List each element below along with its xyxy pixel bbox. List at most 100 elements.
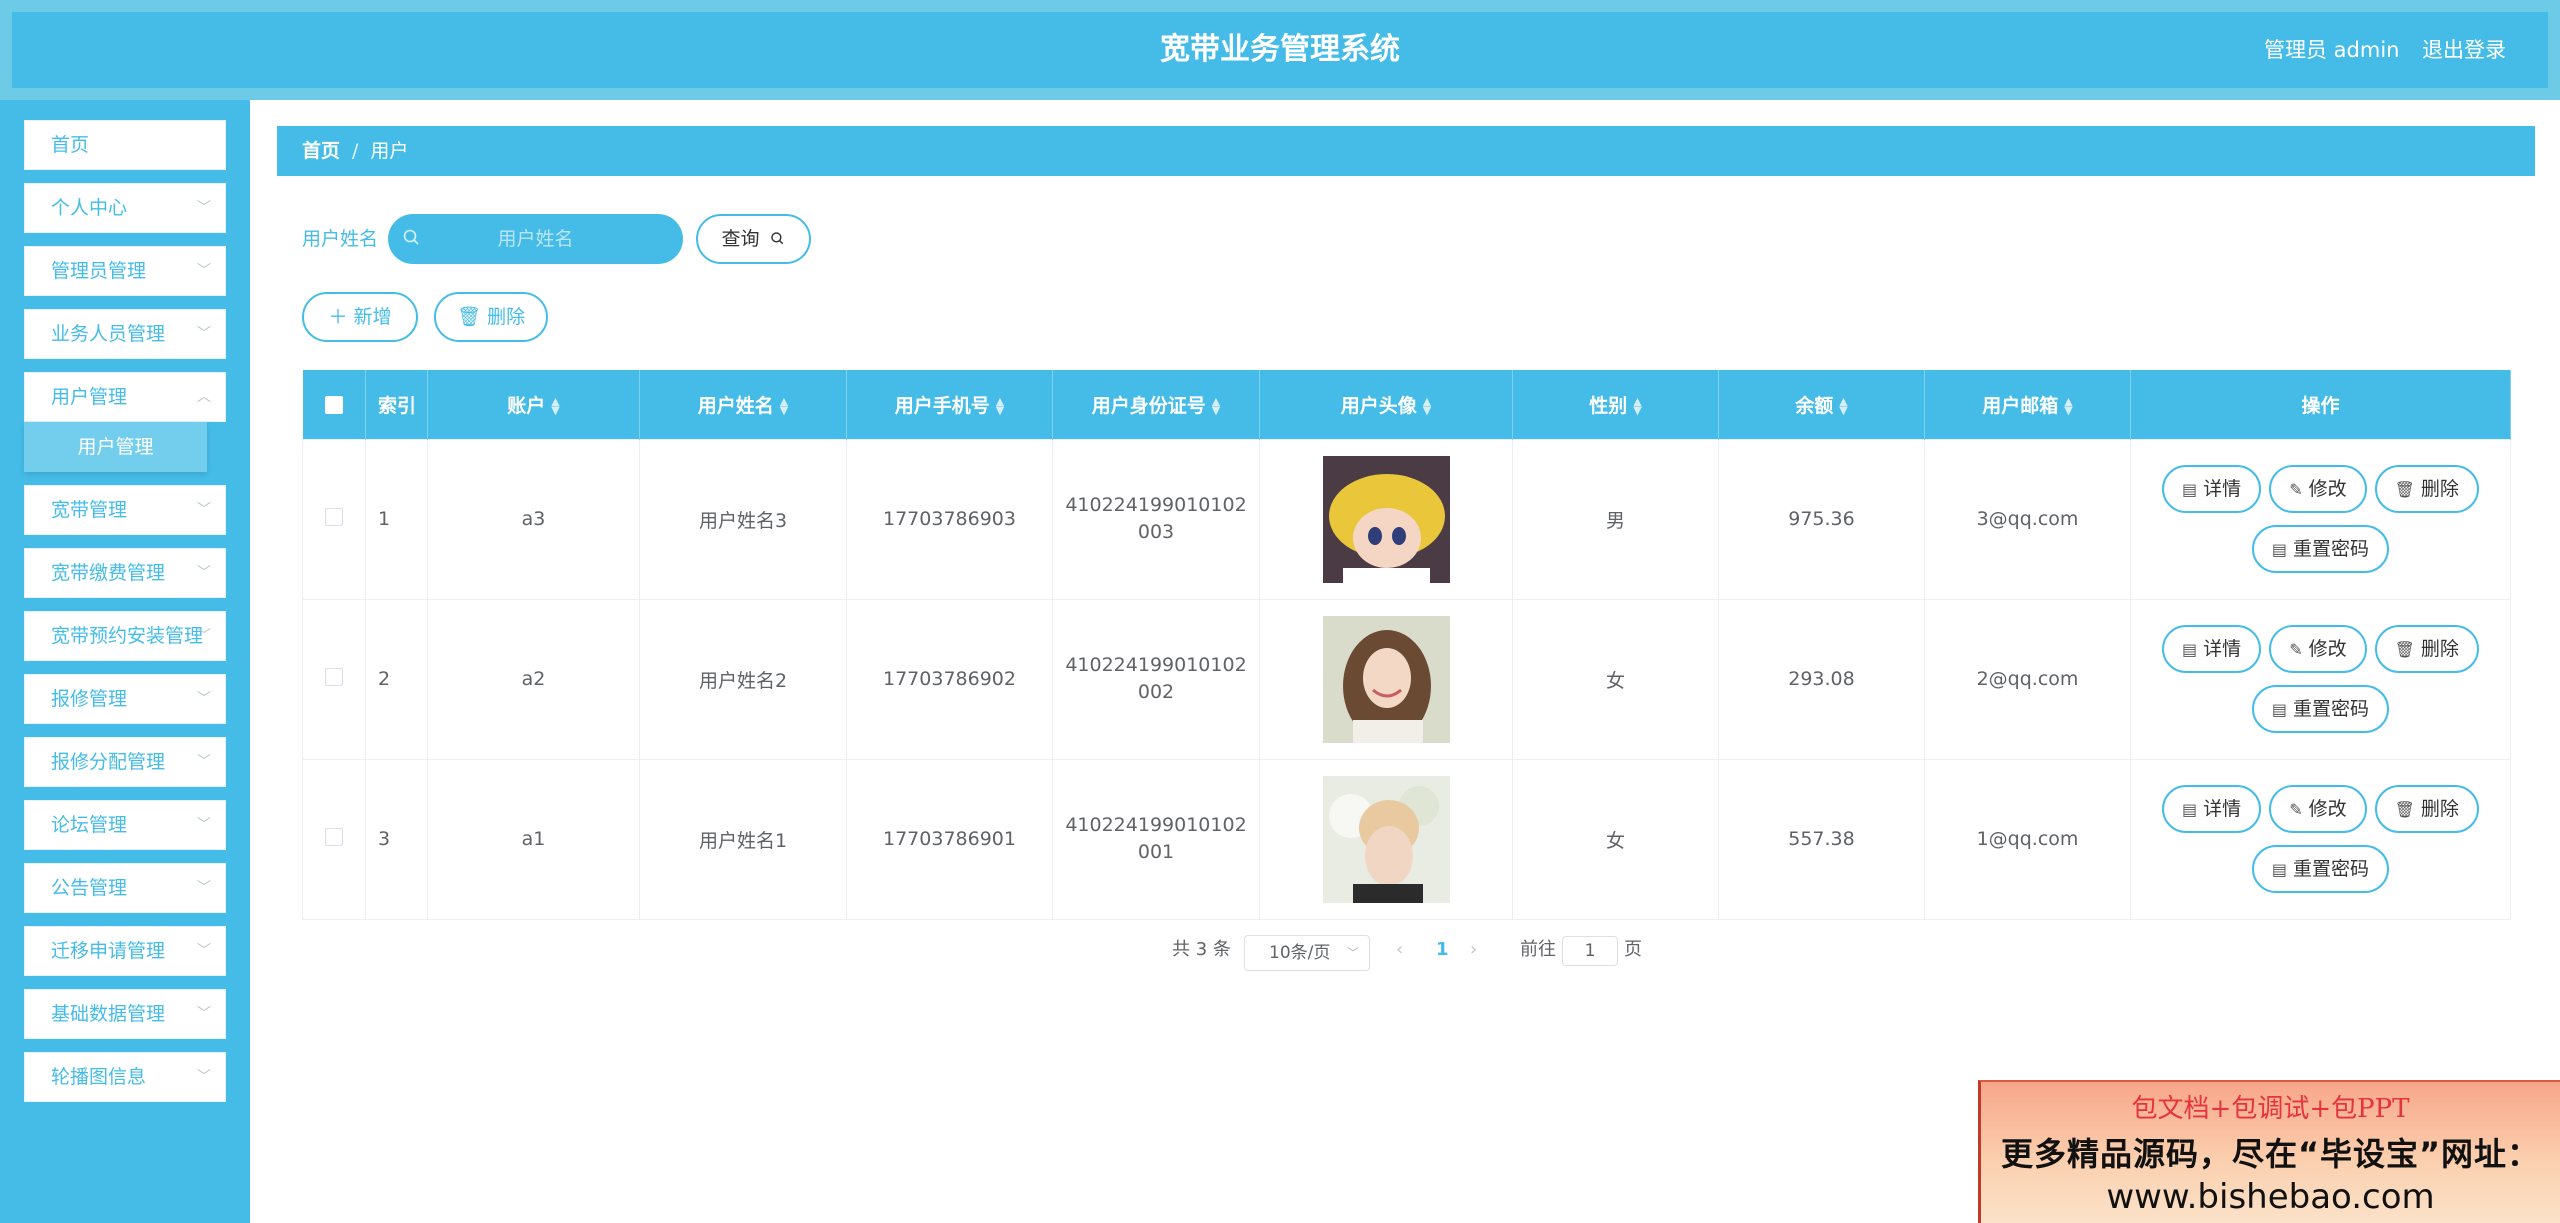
sidebar-item-label: 个人中心 xyxy=(51,197,128,219)
logout-link[interactable]: 退出登录 xyxy=(2422,0,2506,100)
edit-button[interactable]: ✎ 修改 xyxy=(2269,625,2367,673)
sort-icon[interactable]: ▲ ▼ xyxy=(780,396,788,416)
page-size-select[interactable]: 10条/页 ﹀ xyxy=(1244,935,1370,971)
sidebar-item-carousel-info[interactable]: 轮播图信息 ﹀ xyxy=(24,1052,226,1102)
reset-password-button[interactable]: ▤ 重置密码 xyxy=(2251,525,2390,573)
delete-button[interactable]: 🗑 删除 xyxy=(2374,785,2479,833)
row-checkbox-cell[interactable] xyxy=(302,758,366,920)
sort-icon[interactable]: ▲ ▼ xyxy=(2064,396,2072,416)
edit-button[interactable]: ✎ 修改 xyxy=(2269,465,2367,513)
sidebar-item-staff-management[interactable]: 业务人员管理 ﹀ xyxy=(24,309,226,359)
watermark-line1: 包文档+包调试+包PPT xyxy=(2131,1094,2410,1124)
breadcrumb-home[interactable]: 首页 xyxy=(302,140,340,162)
column-header-phone[interactable]: 用户手机号 ▲ ▼ xyxy=(846,370,1053,439)
row-checkbox[interactable] xyxy=(325,827,343,846)
trash-icon: 🗑 xyxy=(2394,800,2415,819)
column-header-name[interactable]: 用户姓名 ▲ ▼ xyxy=(639,370,847,439)
sidebar-item-personal-center[interactable]: 个人中心 ﹀ xyxy=(24,183,226,233)
column-header-idcard[interactable]: 用户身份证号 ▲ ▼ xyxy=(1052,370,1260,439)
add-button[interactable]: ＋ 新增 xyxy=(302,292,418,342)
column-header-balance[interactable]: 余额 ▲ ▼ xyxy=(1718,370,1925,439)
search-input[interactable] xyxy=(388,214,683,264)
sort-icon[interactable]: ▲ ▼ xyxy=(551,396,559,416)
reset-password-button[interactable]: ▤ 重置密码 xyxy=(2251,685,2390,733)
row-checkbox-cell[interactable] xyxy=(302,598,366,760)
sort-icon[interactable]: ▲ ▼ xyxy=(1423,396,1431,416)
idcard-text: 410224199010102001 xyxy=(1065,814,1247,863)
next-page-icon[interactable]: › xyxy=(1470,930,1477,970)
sidebar-item-payment-management[interactable]: 宽带缴费管理 ﹀ xyxy=(24,548,226,598)
sidebar-item-broadband-management[interactable]: 宽带管理 ﹀ xyxy=(24,485,226,535)
delete-button[interactable]: 🗑 删除 xyxy=(2374,465,2479,513)
sidebar-subitem-user-management[interactable]: 用户管理 xyxy=(24,422,207,472)
reset-password-button[interactable]: ▤ 重置密码 xyxy=(2251,845,2390,893)
chevron-down-icon: ﹀ xyxy=(197,263,211,279)
batch-delete-button[interactable]: 🗑 删除 xyxy=(434,292,548,342)
sidebar-item-label: 公告管理 xyxy=(51,877,128,899)
sidebar-item-label: 论坛管理 xyxy=(51,814,128,836)
cell-idcard: 410224199010102001 xyxy=(1052,758,1260,920)
column-header-gender[interactable]: 性别 ▲ ▼ xyxy=(1512,370,1719,439)
goto-page-input[interactable] xyxy=(1562,936,1618,966)
sidebar-item-label: 轮播图信息 xyxy=(51,1066,147,1088)
detail-button[interactable]: ▤ 详情 xyxy=(2162,465,2262,513)
sidebar-item-migration-management[interactable]: 迁移申请管理 ﹀ xyxy=(24,926,226,976)
detail-button[interactable]: ▤ 详情 xyxy=(2162,785,2262,833)
sidebar-item-user-management[interactable]: 用户管理 ︿ xyxy=(24,372,226,422)
trash-icon: 🗑 xyxy=(2394,480,2415,499)
table-row: 3 a1 用户姓名1 17703786901 41022419901010200… xyxy=(302,758,2511,920)
cell-avatar xyxy=(1259,598,1513,760)
cell-phone: 17703786903 xyxy=(846,438,1053,600)
prev-page-icon[interactable]: ‹ xyxy=(1396,930,1403,970)
cell-balance: 557.38 xyxy=(1718,758,1925,920)
edit-icon: ✎ xyxy=(2289,480,2303,499)
detail-button[interactable]: ▤ 详情 xyxy=(2162,625,2262,673)
sidebar-item-notice-management[interactable]: 公告管理 ﹀ xyxy=(24,863,226,913)
delete-button[interactable]: 🗑 删除 xyxy=(2374,625,2479,673)
sidebar-item-installation-management[interactable]: 宽带预约安装管理 ﹀ xyxy=(24,611,226,661)
sidebar-item-label: 迁移申请管理 xyxy=(51,940,166,962)
sidebar-item-repair-assignment[interactable]: 报修分配管理 ﹀ xyxy=(24,737,226,787)
chevron-down-icon: ﹀ xyxy=(197,943,211,959)
column-header-account[interactable]: 账户 ▲ ▼ xyxy=(427,370,640,439)
cell-name: 用户姓名1 xyxy=(639,758,847,920)
select-all-checkbox[interactable] xyxy=(324,395,343,414)
chevron-down-icon: ﹀ xyxy=(197,326,211,342)
search-icon xyxy=(770,232,783,245)
cell-email: 2@qq.com xyxy=(1924,598,2131,760)
row-checkbox[interactable] xyxy=(325,507,343,526)
sort-icon[interactable]: ▲ ▼ xyxy=(1633,396,1641,416)
column-header-email[interactable]: 用户邮箱 ▲ ▼ xyxy=(1924,370,2131,439)
sidebar-item-basic-data[interactable]: 基础数据管理 ﹀ xyxy=(24,989,226,1039)
chevron-up-icon: ︿ xyxy=(197,389,211,405)
edit-button[interactable]: ✎ 修改 xyxy=(2269,785,2367,833)
sidebar-item-forum-management[interactable]: 论坛管理 ﹀ xyxy=(24,800,226,850)
cell-actions: ▤ 详情 ✎ 修改 🗑 删除 ▤ 重置密码 xyxy=(2130,758,2511,920)
cell-avatar xyxy=(1259,758,1513,920)
cell-actions: ▤ 详情 ✎ 修改 🗑 删除 ▤ 重置密码 xyxy=(2130,598,2511,760)
column-header-index: 索引 xyxy=(365,370,428,439)
document-icon: ▤ xyxy=(2271,540,2288,559)
sort-icon[interactable]: ▲ ▼ xyxy=(1212,396,1220,416)
trash-icon: 🗑 xyxy=(2394,640,2415,659)
cell-gender: 女 xyxy=(1512,598,1719,760)
sidebar-item-label: 宽带管理 xyxy=(51,499,128,521)
sidebar-item-home[interactable]: 首页 xyxy=(24,120,226,170)
sidebar-item-label: 宽带预约安装管理 xyxy=(51,625,204,647)
sidebar-item-label: 首页 xyxy=(51,134,90,156)
row-checkbox-cell[interactable] xyxy=(302,438,366,600)
sidebar-item-admin-management[interactable]: 管理员管理 ﹀ xyxy=(24,246,226,296)
cell-gender: 男 xyxy=(1512,438,1719,600)
select-all-cell[interactable] xyxy=(302,370,366,439)
avatar-image xyxy=(1322,615,1450,743)
row-checkbox[interactable] xyxy=(325,667,343,686)
column-header-avatar[interactable]: 用户头像 ▲ ▼ xyxy=(1259,370,1513,439)
current-page-number[interactable]: 1 xyxy=(1436,930,1449,970)
sidebar-item-repair-management[interactable]: 报修管理 ﹀ xyxy=(24,674,226,724)
query-button[interactable]: 查询 xyxy=(696,214,811,264)
sort-icon[interactable]: ▲ ▼ xyxy=(1839,396,1847,416)
chevron-down-icon: ﹀ xyxy=(197,200,211,216)
pagination-total: 共 3 条 xyxy=(1172,939,1231,960)
cell-index: 3 xyxy=(365,758,428,920)
sort-icon[interactable]: ▲ ▼ xyxy=(996,396,1004,416)
